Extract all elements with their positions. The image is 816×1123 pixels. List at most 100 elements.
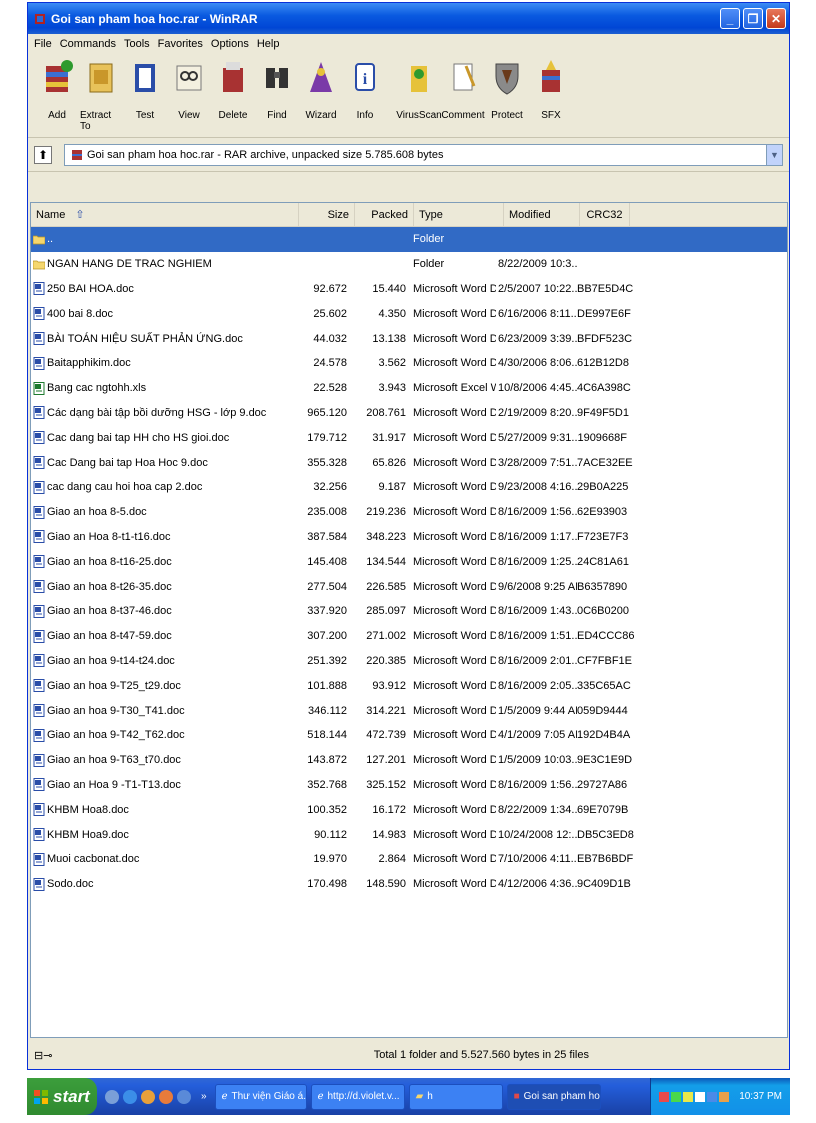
file-row[interactable]: 400 bai 8.doc 25.602 4.350 Microsoft Word D… — [31, 301, 787, 326]
file-size: 22.528 — [313, 382, 347, 395]
file-row[interactable]: Muoi cacbonat.doc 19.970 2.864 Microsoft Wo… — [31, 847, 787, 872]
file-type: Microsoft Word Doc... — [413, 878, 496, 891]
task-h-folder[interactable]: ▰ h — [408, 1083, 503, 1110]
sfx-button[interactable]: SFX — [530, 58, 572, 121]
menu-file[interactable]: File — [30, 38, 56, 50]
start-button[interactable]: start — [27, 1078, 97, 1115]
tray-volume-icon[interactable] — [719, 1091, 730, 1102]
file-row[interactable]: BÀI TOÁN HIỆU SUẤT PHẢN ỨNG.doc 44.032 13.… — [31, 326, 787, 351]
file-row[interactable]: Giao an hoa 8-t37-46.doc 337.920 285.097 Mi… — [31, 599, 787, 624]
protect-button[interactable]: Protect — [486, 58, 528, 121]
file-row[interactable]: Giao an hoa 9-T42_T62.doc 518.144 472.739 M… — [31, 723, 787, 748]
file-name: BÀI TOÁN HIỆU SUẤT PHẢN ỨNG.doc — [47, 332, 243, 345]
file-row[interactable]: Cac dang bai tap HH cho HS gioi.doc 179.7… — [31, 425, 787, 450]
menu-help[interactable]: Help — [253, 38, 284, 50]
tray-app-icon[interactable] — [671, 1091, 682, 1102]
archive-path-combo[interactable]: Goi san pham hoa hoc.rar - RAR archive, … — [64, 143, 783, 166]
file-row[interactable]: Giao an hoa 9-T63_t70.doc 143.872 127.201 M… — [31, 748, 787, 773]
test-button[interactable]: Test — [124, 58, 166, 121]
file-row[interactable]: Giao an hoa 8-t16-25.doc 145.408 134.544 Mi… — [31, 549, 787, 574]
file-size: 277.504 — [307, 580, 347, 593]
file-row[interactable]: Giao an hoa 8-5.doc 235.008 219.236 Microso… — [31, 500, 787, 525]
file-row[interactable]: Giao an hoa 9-T25_t29.doc 101.888 93.912 Mi… — [31, 673, 787, 698]
file-row[interactable]: Baitapphikim.doc 24.578 3.562 Microsoft Wor… — [31, 351, 787, 376]
sfx-icon — [542, 60, 560, 92]
find-button[interactable]: Find — [256, 58, 298, 121]
close-button[interactable]: ✕ — [766, 8, 786, 29]
file-name: Baitapphikim.doc — [47, 357, 131, 370]
file-packed: 220.385 — [366, 654, 406, 667]
column-header-modified[interactable]: Modified — [504, 203, 580, 227]
task-thu-vien[interactable]: ℯ Thư viện Giáo á... — [214, 1083, 307, 1110]
file-row[interactable]: Các dạng bài tập bồi dưỡng HSG - lớp 9.d… — [31, 401, 787, 426]
file-row[interactable]: KHBM Hoa8.doc 100.352 16.172 Microsoft Word… — [31, 797, 787, 822]
drive-icon: ⊟⊸ — [34, 1049, 53, 1062]
protect-icon — [495, 63, 519, 95]
file-row[interactable]: Cac Dang bai tap Hoa Hoc 9.doc 355.328 65.… — [31, 450, 787, 475]
path-dropdown-button[interactable]: ▼ — [766, 144, 782, 165]
file-crc32: ED4CCC86 — [577, 630, 635, 643]
delete-button[interactable]: Delete — [212, 58, 254, 121]
file-size: 101.888 — [307, 679, 347, 692]
view-button[interactable]: View — [168, 58, 210, 121]
task-violet-label: http://d.violet.v... — [327, 1091, 400, 1102]
quick-launch-firefox-icon[interactable] — [159, 1089, 173, 1104]
folder-row[interactable]: NGAN HANG DE TRAC NGHIEM Folder 8/22/2009 … — [31, 252, 787, 277]
file-row[interactable]: Sodo.doc 170.498 148.590 Microsoft Word Doc… — [31, 872, 787, 897]
minimize-button[interactable]: _ — [720, 8, 740, 29]
menu-options[interactable]: Options — [207, 38, 253, 50]
window-title: Goi san pham hoa hoc.rar - WinRAR — [51, 11, 258, 26]
wizard-button[interactable]: Wizard — [300, 58, 342, 121]
file-size: 307.200 — [307, 630, 347, 643]
column-header-type[interactable]: Type — [414, 203, 504, 227]
file-row[interactable]: 250 BAI HOA.doc 92.672 15.440 Microsoft Wor… — [31, 277, 787, 302]
tray-app-icon[interactable] — [695, 1091, 706, 1102]
menu-tools[interactable]: Tools — [120, 38, 154, 50]
tray-network-icon[interactable] — [707, 1091, 718, 1102]
tray-app-icon[interactable] — [659, 1091, 670, 1102]
task-violet[interactable]: ℯ http://d.violet.v... — [310, 1083, 405, 1110]
column-header-name[interactable]: Name ⇧ — [31, 203, 299, 227]
quick-launch-more-icon[interactable]: » — [201, 1091, 207, 1102]
file-modified: 1/5/2009 9:44 AM — [498, 704, 577, 717]
file-name: cac dang cau hoi hoa cap 2.doc — [47, 481, 203, 494]
virusscan-button[interactable]: VirusScan — [396, 58, 442, 121]
file-row[interactable]: Giao an hoa 9-t14-t24.doc 251.392 220.385 M… — [31, 649, 787, 674]
file-row[interactable]: cac dang cau hoi hoa cap 2.doc 32.256 9.18… — [31, 475, 787, 500]
file-name-cell: Giao an hoa 8-t47-59.doc — [31, 629, 293, 643]
title-bar[interactable]: Goi san pham hoa hoc.rar - WinRAR _ ❐ ✕ — [28, 3, 789, 34]
file-row[interactable]: Giao an hoa 8-t26-35.doc 277.504 226.585 Mi… — [31, 574, 787, 599]
maximize-button[interactable]: ❐ — [743, 8, 763, 29]
file-row[interactable]: KHBM Hoa9.doc 90.112 14.983 Microsoft Word … — [31, 822, 787, 847]
menu-favorites[interactable]: Favorites — [154, 38, 207, 50]
quick-launch-app-icon[interactable] — [177, 1089, 191, 1104]
folder-icon — [33, 260, 45, 270]
comment-button[interactable]: Comment — [441, 58, 485, 121]
file-row[interactable]: Bang cac ngtohh.xls 22.528 3.943 Microsoft … — [31, 376, 787, 401]
quick-launch-ie-icon[interactable] — [123, 1089, 137, 1104]
file-name-cell: Giao an hoa 9-T25_t29.doc — [31, 679, 293, 693]
task-winrar[interactable]: ■ Goi san pham ho... — [506, 1083, 601, 1110]
extract-to-button[interactable]: Extract To — [80, 58, 122, 132]
up-one-level-button[interactable]: ⬆ — [34, 145, 52, 164]
add-button[interactable]: Add — [36, 58, 78, 121]
quick-launch-media-icon[interactable] — [141, 1089, 155, 1104]
file-size: 965.120 — [307, 406, 347, 419]
file-type: Microsoft Word Doc... — [413, 481, 496, 494]
column-header-size[interactable]: Size — [299, 203, 355, 227]
column-header-packed[interactable]: Packed — [355, 203, 414, 227]
file-name-cell: 250 BAI HOA.doc — [31, 282, 293, 296]
menu-commands[interactable]: Commands — [56, 38, 120, 50]
word-document-icon — [33, 753, 45, 767]
file-row[interactable]: Giao an Hoa 9 -T1-T13.doc 352.768 325.152 M… — [31, 773, 787, 798]
file-row[interactable]: Giao an Hoa 8-t1-t16.doc 387.584 348.223 Mi… — [31, 525, 787, 550]
file-row[interactable]: Giao an hoa 9-T30_T41.doc 346.112 314.221 M… — [31, 698, 787, 723]
folder-row[interactable]: .. Folder — [31, 227, 787, 252]
quick-launch-desktop-icon[interactable] — [105, 1089, 119, 1104]
info-button[interactable]: i Info — [344, 58, 386, 121]
column-header-crc32[interactable]: CRC32 — [580, 203, 630, 227]
tray-app-icon[interactable] — [683, 1091, 694, 1102]
file-crc32: B6357890 — [577, 580, 628, 593]
file-row[interactable]: Giao an hoa 8-t47-59.doc 307.200 271.002 Mi… — [31, 624, 787, 649]
file-packed: 3.562 — [378, 357, 406, 370]
